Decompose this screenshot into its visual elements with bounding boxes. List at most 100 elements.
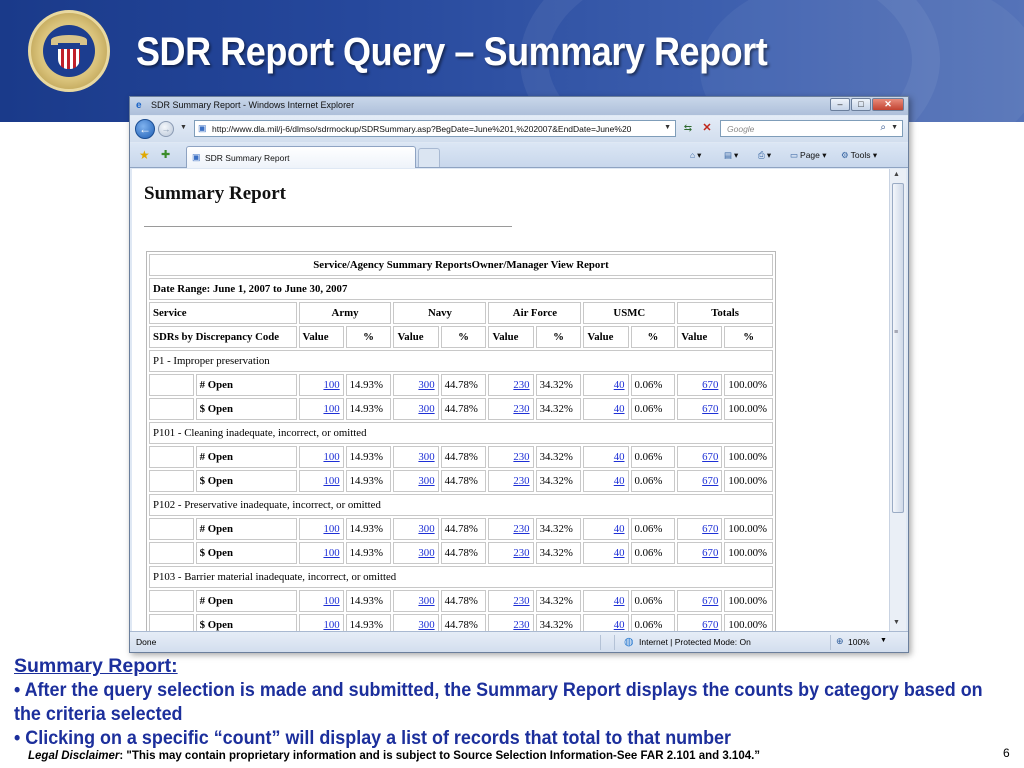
count-link[interactable]: 100 [323, 451, 339, 463]
count-link[interactable]: 230 [513, 403, 529, 415]
search-box[interactable]: Google ⌕ ▼ [720, 120, 903, 137]
count-link[interactable]: 300 [418, 619, 434, 631]
address-url[interactable]: http://www.dla.mil/j-6/dlmso/sdrmockup/S… [212, 124, 652, 134]
scroll-down-icon[interactable]: ▼ [893, 619, 900, 626]
ie-browser-window: e SDR Summary Report - Windows Internet … [129, 96, 909, 653]
count-link[interactable]: 40 [614, 619, 625, 631]
search-dropdown-icon[interactable]: ▼ [891, 124, 898, 131]
search-icon[interactable]: ⌕ [880, 122, 886, 133]
percent-header: % [630, 326, 676, 348]
page-menu[interactable]: ▭ Page ▾ [790, 150, 827, 161]
count-link[interactable]: 670 [702, 523, 718, 535]
count-link[interactable]: 230 [513, 379, 529, 391]
home-icon[interactable]: ⌂ ▾ [690, 150, 701, 161]
forward-arrow-icon[interactable]: → [158, 121, 174, 137]
close-button[interactable]: ✕ [872, 98, 904, 111]
new-tab-button[interactable] [418, 148, 440, 167]
count-link[interactable]: 300 [418, 403, 434, 415]
stop-icon[interactable]: ✕ [699, 121, 715, 136]
zoom-dropdown-icon[interactable]: ▼ [880, 637, 887, 644]
count-link[interactable]: 40 [614, 595, 625, 607]
zoom-icon[interactable]: ⊕ [836, 636, 844, 647]
tools-menu-label: Tools [850, 150, 871, 160]
tab-sdr-summary-report[interactable]: ▣ SDR Summary Report [186, 146, 416, 168]
tools-menu[interactable]: ⚙ Tools ▾ [841, 150, 877, 161]
status-separator [830, 635, 831, 650]
refresh-icon[interactable]: ⇆ [680, 121, 696, 136]
table-row: $ Open 100 14.93% 300 44.78% 230 34.32% 40 0.06%… [149, 398, 773, 420]
count-link[interactable]: 100 [323, 475, 339, 487]
add-favorites-icon[interactable]: ✚ [161, 148, 170, 161]
feeds-icon[interactable]: ▤ ▾ [724, 150, 738, 161]
count-link[interactable]: 670 [702, 619, 718, 631]
count-link[interactable]: 300 [418, 523, 434, 535]
count-link[interactable]: 300 [418, 379, 434, 391]
count-link[interactable]: 40 [614, 403, 625, 415]
count-link[interactable]: 100 [323, 523, 339, 535]
count-link[interactable]: 40 [614, 547, 625, 559]
address-bar[interactable]: ▣ http://www.dla.mil/j-6/dlmso/sdrmockup… [194, 120, 676, 137]
scrollbar-thumb[interactable] [892, 183, 904, 513]
count-link[interactable]: 40 [614, 523, 625, 535]
address-dropdown-icon[interactable]: ▼ [664, 124, 671, 131]
count-link[interactable]: 670 [702, 595, 718, 607]
minimize-button[interactable]: – [830, 98, 850, 111]
count-link[interactable]: 230 [513, 523, 529, 535]
maximize-button[interactable]: □ [851, 98, 871, 111]
count-link[interactable]: 300 [418, 475, 434, 487]
value-cell: 670 [677, 470, 723, 492]
value-cell: 100 [298, 542, 344, 564]
tab-label: SDR Summary Report [205, 153, 290, 163]
count-link[interactable]: 100 [323, 547, 339, 559]
percent-cell: 44.78% [440, 614, 487, 631]
value-cell: 100 [298, 398, 344, 420]
value-cell: 40 [583, 470, 629, 492]
value-cell: 100 [298, 590, 344, 612]
count-link[interactable]: 40 [614, 451, 625, 463]
notes-point: • Clicking on a specific “count” will di… [14, 727, 732, 749]
slide-notes: Summary Report: • After the query select… [14, 654, 1004, 750]
percent-cell: 44.78% [440, 590, 487, 612]
percent-cell: 34.32% [535, 470, 582, 492]
summary-table-body: Service/Agency Summary ReportsOwner/Mana… [149, 254, 773, 631]
value-cell: 100 [298, 374, 344, 396]
back-arrow-icon[interactable]: ← [135, 119, 155, 139]
count-link[interactable]: 230 [513, 451, 529, 463]
count-link[interactable]: 100 [323, 619, 339, 631]
count-link[interactable]: 100 [323, 595, 339, 607]
table-row: # Open 100 14.93% 300 44.78% 230 34.32% 40 0.06%… [149, 518, 773, 540]
count-link[interactable]: 300 [418, 547, 434, 559]
favorites-star-icon[interactable]: ★ [139, 148, 150, 162]
count-link[interactable]: 230 [513, 595, 529, 607]
value-cell: 230 [488, 590, 534, 612]
count-link[interactable]: 100 [323, 379, 339, 391]
count-link[interactable]: 40 [614, 475, 625, 487]
status-separator [600, 635, 601, 650]
status-text: Done [136, 637, 157, 647]
count-link[interactable]: 40 [614, 379, 625, 391]
count-link[interactable]: 300 [418, 595, 434, 607]
count-link[interactable]: 230 [513, 475, 529, 487]
print-icon[interactable]: ⎙ ▾ [758, 150, 771, 161]
discrepancy-code-header: SDRs by Discrepancy Code [149, 326, 297, 348]
count-link[interactable]: 230 [513, 619, 529, 631]
security-zone[interactable]: Internet | Protected Mode: On [639, 637, 751, 647]
count-link[interactable]: 230 [513, 547, 529, 559]
count-link[interactable]: 300 [418, 451, 434, 463]
value-cell: 40 [583, 398, 629, 420]
vertical-scrollbar[interactable]: ▲ ≡ ▼ [889, 169, 906, 631]
count-link[interactable]: 670 [702, 379, 718, 391]
history-dropdown-icon[interactable]: ▼ [180, 124, 187, 131]
count-link[interactable]: 100 [323, 403, 339, 415]
scroll-up-icon[interactable]: ▲ [893, 171, 900, 178]
count-link[interactable]: 670 [702, 547, 718, 559]
value-cell: 670 [677, 542, 723, 564]
count-link[interactable]: 670 [702, 451, 718, 463]
table-caption: Service/Agency Summary ReportsOwner/Mana… [149, 254, 773, 276]
zoom-level[interactable]: 100% [848, 637, 870, 647]
count-link[interactable]: 670 [702, 403, 718, 415]
table-row: # Open 100 14.93% 300 44.78% 230 34.32% 40 0.06%… [149, 374, 773, 396]
value-cell: 670 [677, 614, 723, 631]
percent-cell: 100.00% [724, 614, 773, 631]
count-link[interactable]: 670 [702, 475, 718, 487]
